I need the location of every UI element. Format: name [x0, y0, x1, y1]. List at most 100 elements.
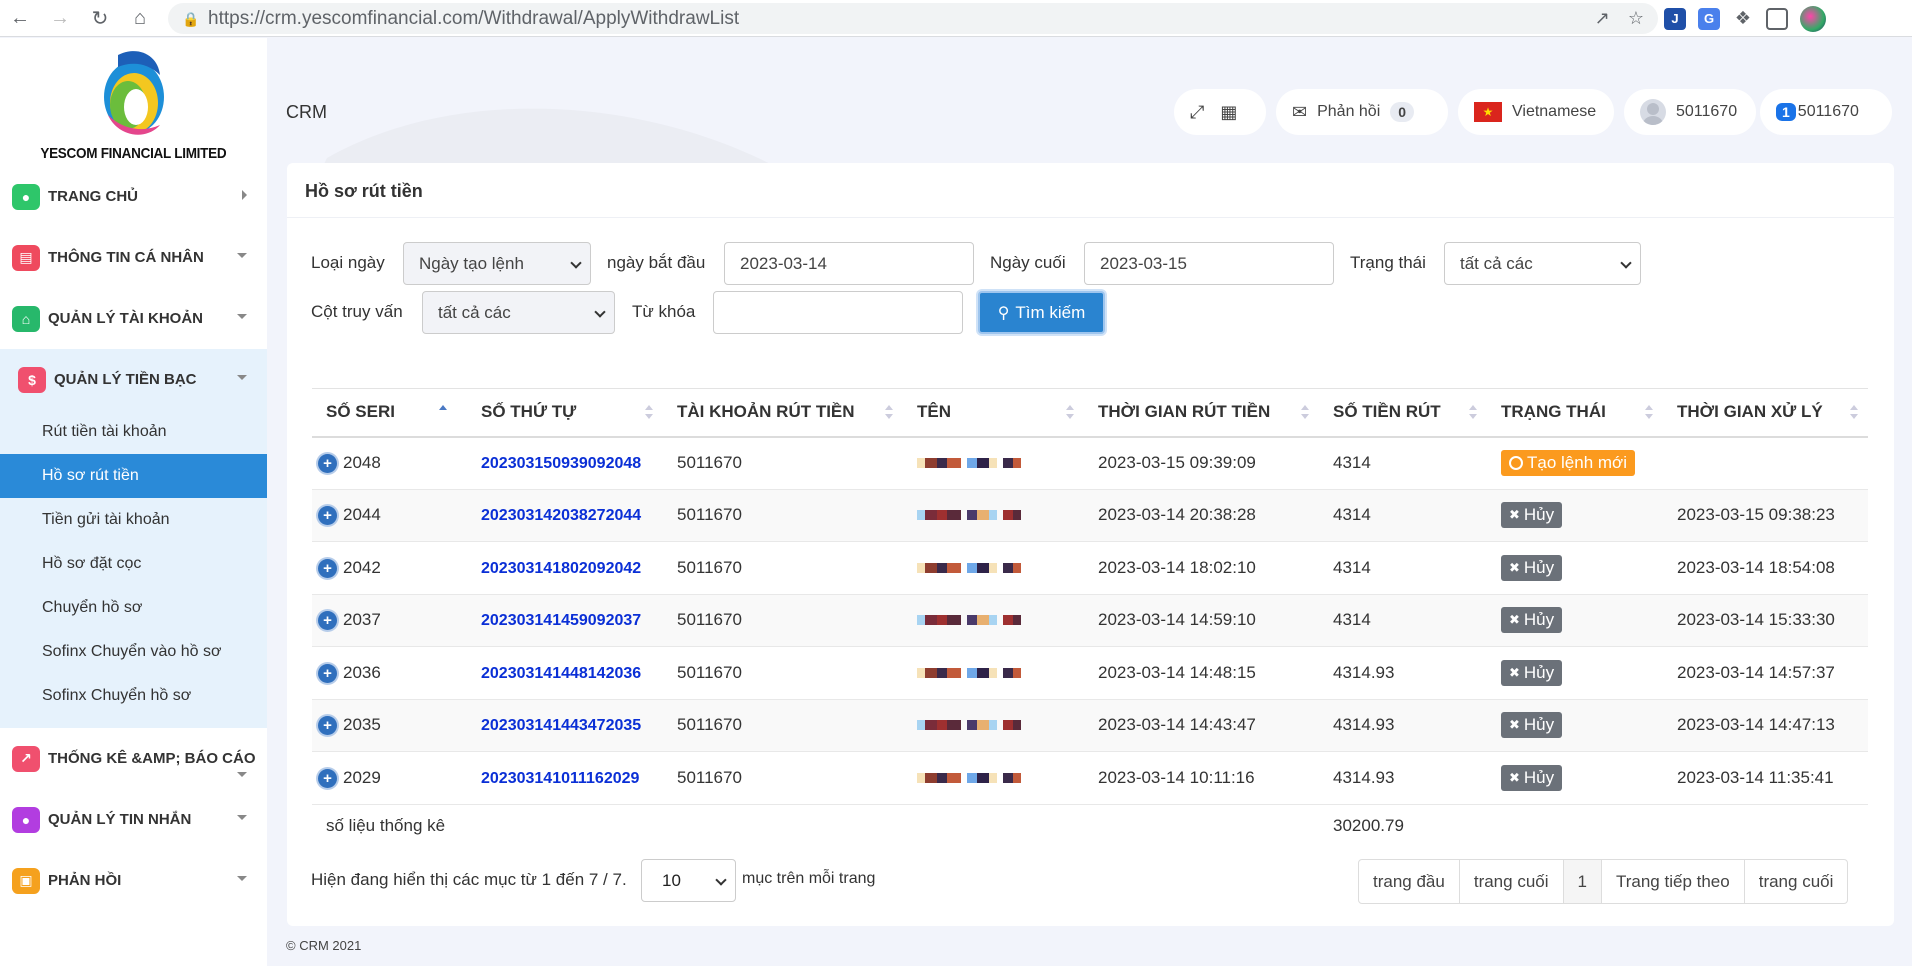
close-icon: ✖: [1509, 559, 1520, 575]
col-name[interactable]: TÊN: [903, 388, 1084, 438]
col-processed-label: THỜI GIAN XỬ LÝ: [1677, 402, 1823, 422]
col-status[interactable]: TRẠNG THÁI: [1487, 388, 1663, 438]
cell-order-no[interactable]: 202303141459092037: [467, 594, 663, 647]
menu-profile[interactable]: ▤ THÔNG TIN CÁ NHÂN: [0, 227, 267, 288]
bookmark-star-icon[interactable]: ☆: [1628, 8, 1644, 29]
keyword-input[interactable]: [713, 291, 963, 334]
col-processed-time[interactable]: THỜI GIAN XỬ LÝ: [1663, 388, 1868, 438]
sort-icon: [885, 405, 893, 421]
expand-row-icon[interactable]: +: [318, 768, 337, 788]
menu-money-management[interactable]: $ QUẢN LÝ TIỀN BẠC: [0, 349, 267, 410]
reload-icon[interactable]: ↻: [80, 0, 120, 37]
cell-order-no[interactable]: 202303141448142036: [467, 646, 663, 700]
expand-row-icon[interactable]: +: [318, 558, 337, 578]
cell-order-no[interactable]: 202303142038272044: [467, 489, 663, 542]
submenu-deposit-records[interactable]: Hồ sơ đặt cọc: [0, 542, 267, 586]
side-panel-icon[interactable]: [1766, 7, 1788, 30]
expand-row-icon[interactable]: +: [318, 663, 337, 683]
redacted-pixel: [937, 562, 947, 573]
sort-icon: [1469, 405, 1477, 421]
account-menu[interactable]: 1 5011670: [1760, 89, 1892, 135]
order-link[interactable]: 202303141459092037: [481, 612, 641, 629]
redacted-pixel: [925, 615, 937, 626]
seri-value: 2042: [343, 557, 381, 577]
cell-processed-time: 2023-03-14 18:54:08: [1663, 541, 1868, 595]
back-icon[interactable]: ←: [0, 0, 40, 37]
status-filter-select[interactable]: tất cả các: [1444, 242, 1641, 285]
totals-value: 30200.79: [1333, 816, 1404, 836]
order-link[interactable]: 202303142038272044: [481, 507, 641, 524]
pager-first[interactable]: trang đầu: [1359, 860, 1460, 903]
expand-row-icon[interactable]: +: [318, 506, 337, 526]
menu-home[interactable]: ● TRANG CHỦ: [0, 166, 267, 227]
cell-withdraw-time: 2023-03-15 09:39:09: [1084, 436, 1319, 490]
cell-seri: +2035: [312, 699, 467, 752]
cell-order-no[interactable]: 202303141802092042: [467, 541, 663, 595]
cell-order-no[interactable]: 202303150939092048: [467, 436, 663, 490]
redacted-pixel: [977, 720, 989, 731]
pager-next[interactable]: Trang tiếp theo: [1602, 860, 1745, 903]
redacted-name-pixels: [917, 510, 1084, 521]
expand-row-icon[interactable]: +: [318, 716, 337, 736]
order-link[interactable]: 202303141011162029: [481, 770, 639, 787]
user-menu[interactable]: 5011670: [1624, 89, 1756, 135]
url-text: https://crm.yescomfinancial.com/Withdraw…: [208, 7, 740, 29]
share-icon[interactable]: ↗: [1595, 8, 1610, 29]
end-date-value: 2023-03-15: [1100, 253, 1187, 273]
query-column-select[interactable]: tất cả các: [422, 291, 615, 334]
redacted-pixel: [977, 615, 989, 626]
forward-icon[interactable]: →: [40, 0, 80, 37]
home-icon[interactable]: ⌂: [120, 0, 160, 37]
feedback-pill[interactable]: ✉ Phản hồi 0: [1276, 89, 1448, 135]
submenu-sofinx-transfer[interactable]: Sofinx Chuyển hồ sơ: [0, 674, 267, 718]
pager-prev[interactable]: trang cuối: [1460, 860, 1564, 903]
totals-label: số liệu thống kê: [326, 816, 446, 836]
col-seri[interactable]: SỐ SERI: [312, 388, 467, 438]
cell-account: 5011670: [663, 489, 903, 542]
menu-label: QUẢN LÝ TIỀN BẠC: [54, 371, 197, 388]
start-date-input[interactable]: 2023-03-14: [724, 242, 974, 285]
order-link[interactable]: 202303150939092048: [481, 455, 641, 472]
page-size-select[interactable]: 10: [641, 859, 736, 902]
col-account[interactable]: TÀI KHOẢN RÚT TIỀN: [663, 388, 903, 438]
language-selector[interactable]: ★ Vietnamese: [1458, 89, 1614, 135]
menu-messages[interactable]: ● QUẢN LÝ TIN NHẮN: [0, 789, 267, 850]
menu-account-management[interactable]: ⌂ QUẢN LÝ TÀI KHOẢN: [0, 288, 267, 349]
submenu-withdraw-records[interactable]: Hồ sơ rút tiền: [0, 454, 267, 498]
extension-j-icon[interactable]: J: [1664, 7, 1686, 30]
expand-row-icon[interactable]: +: [318, 611, 337, 631]
menu-statistics[interactable]: ↗ THỐNG KÊ &AMP; BÁO CÁO: [0, 728, 267, 789]
col-withdraw-time[interactable]: THỜI GIAN RÚT TIỀN: [1084, 388, 1319, 438]
col-order-no[interactable]: SỐ THỨ TỰ: [467, 388, 663, 438]
search-button[interactable]: ⚲ Tìm kiếm: [978, 291, 1105, 334]
submenu-sofinx-transfer-in[interactable]: Sofinx Chuyển vào hồ sơ: [0, 630, 267, 674]
expand-row-icon[interactable]: +: [318, 454, 337, 473]
profile-avatar[interactable]: [1800, 5, 1826, 32]
pager-page-1[interactable]: 1: [1563, 860, 1602, 903]
submenu-withdraw-account[interactable]: Rút tiền tài khoản: [0, 410, 267, 454]
puzzle-icon[interactable]: ❖: [1732, 7, 1754, 30]
col-amount[interactable]: SỐ TIỀN RÚT: [1319, 388, 1487, 438]
cell-seri: +2048: [312, 436, 467, 490]
address-bar[interactable]: 🔒 https://crm.yescomfinancial.com/Withdr…: [168, 3, 1658, 34]
order-link[interactable]: 202303141443472035: [481, 717, 641, 734]
cell-order-no[interactable]: 202303141443472035: [467, 699, 663, 752]
menu-feedback[interactable]: ▣ PHẢN HỒI: [0, 850, 267, 911]
status-text: Tạo lệnh mới: [1527, 453, 1627, 472]
end-date-input[interactable]: 2023-03-15: [1084, 242, 1334, 285]
cell-order-no[interactable]: 202303141011162029: [467, 751, 663, 805]
order-link[interactable]: 202303141802092042: [481, 560, 641, 577]
menu-label: PHẢN HỒI: [48, 872, 122, 889]
date-type-select[interactable]: Ngày tạo lệnh: [403, 242, 591, 285]
pager-last[interactable]: trang cuối: [1745, 860, 1848, 903]
sort-icon: [645, 405, 653, 421]
fullscreen-icon[interactable]: ⤢: [1190, 102, 1204, 123]
order-link[interactable]: 202303141448142036: [481, 665, 641, 682]
submenu-transfer-records[interactable]: Chuyển hồ sơ: [0, 586, 267, 630]
per-page-text: mục trên mỗi trang: [742, 870, 876, 887]
translate-icon[interactable]: G: [1698, 7, 1720, 30]
table-grid-icon[interactable]: ▦: [1220, 102, 1237, 123]
redacted-pixel: [1003, 510, 1013, 521]
redacted-pixel: [1003, 562, 1013, 573]
submenu-deposit-account[interactable]: Tiền gửi tài khoản: [0, 498, 267, 542]
